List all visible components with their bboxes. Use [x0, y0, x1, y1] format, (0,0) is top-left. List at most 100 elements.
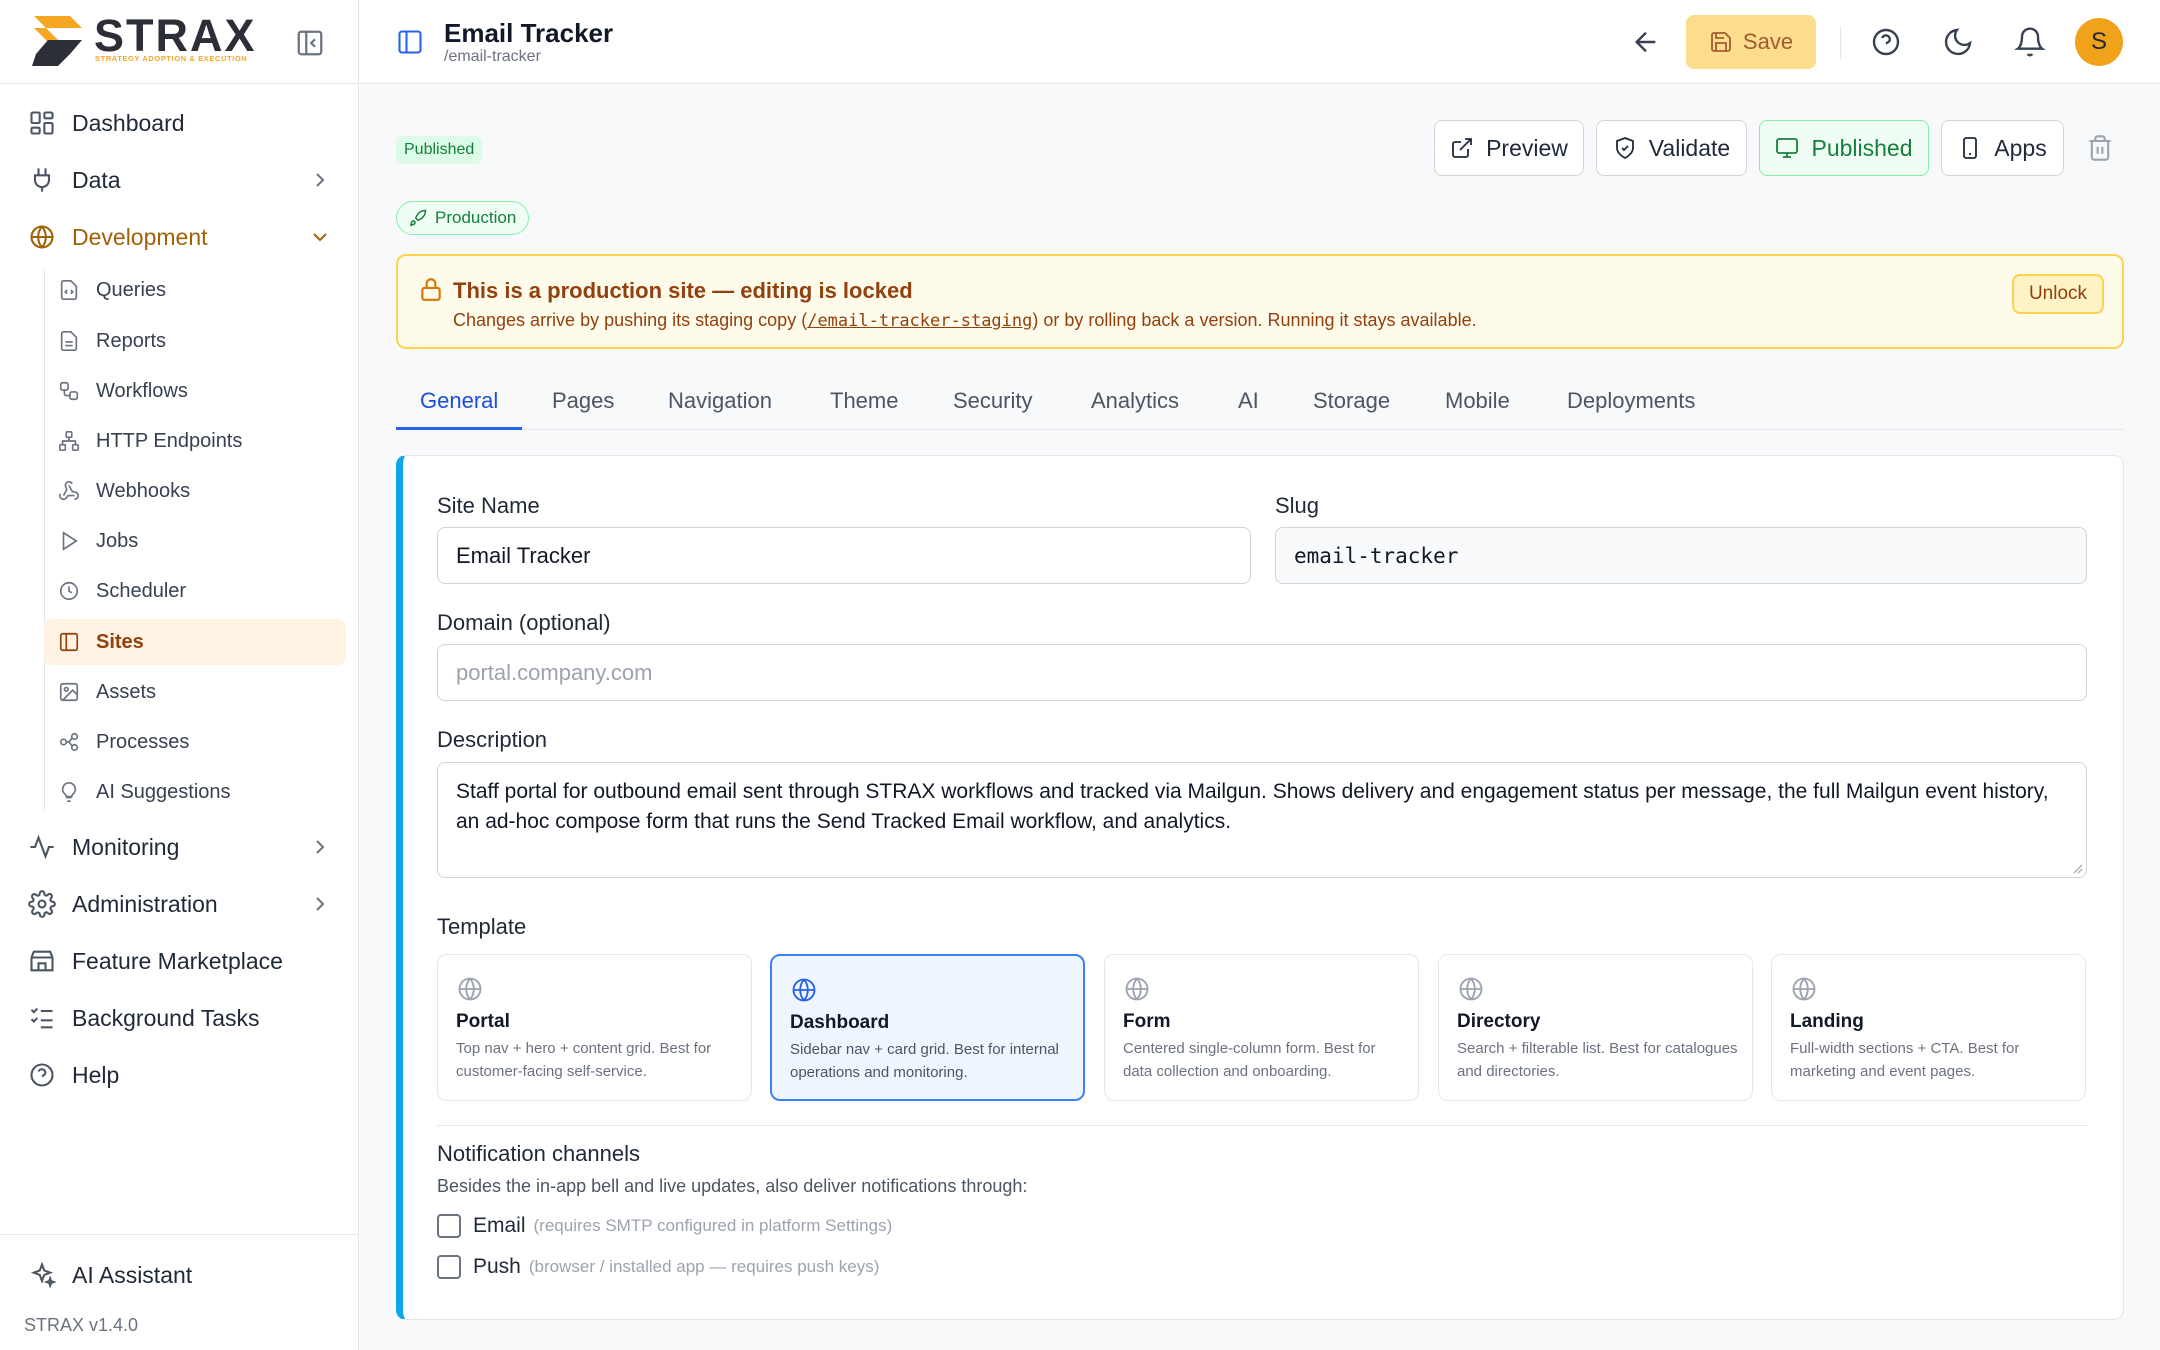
production-lock-alert: This is a production site — editing is l…	[396, 254, 2124, 349]
channel-hint: (requires SMTP configured in platform Se…	[533, 1216, 893, 1235]
preview-button[interactable]: Preview	[1434, 120, 1584, 176]
panel-icon[interactable]	[396, 28, 424, 56]
tab-ai[interactable]: AI	[1238, 388, 1259, 430]
domain-label: Domain (optional)	[437, 610, 611, 635]
file-code-icon	[60, 280, 78, 300]
nav-label: Development	[72, 223, 208, 250]
slug-label: Slug	[1275, 493, 1320, 518]
channel-label: Push	[473, 1255, 521, 1278]
template-card-directory[interactable]: Directory Search + filterable list. Best…	[1438, 954, 1753, 1101]
tab-security[interactable]: Security	[953, 388, 1032, 430]
nav-feature-marketplace[interactable]: Feature Marketplace	[28, 941, 283, 981]
chevron-right-icon	[316, 840, 325, 854]
lightbulb-icon	[61, 782, 77, 802]
nav-monitoring[interactable]: Monitoring	[28, 827, 325, 867]
nav-development[interactable]: Development	[28, 217, 327, 257]
sidebar-item-label: Jobs	[96, 529, 139, 552]
site-name-input[interactable]: Email Tracker	[437, 527, 1251, 584]
nav-dashboard[interactable]: Dashboard	[28, 103, 185, 143]
template-name: Landing	[1790, 1011, 1864, 1032]
tab-theme[interactable]: Theme	[830, 388, 898, 430]
activity-icon	[30, 834, 54, 860]
site-name-label: Site Name	[437, 493, 540, 518]
unlock-button[interactable]: Unlock	[2012, 274, 2104, 314]
domain-input[interactable]: portal.company.com	[437, 644, 2087, 701]
tab-general[interactable]: General	[396, 388, 523, 430]
shield-check-icon	[1615, 137, 1634, 160]
sidebar-item-reports[interactable]: Reports	[44, 318, 346, 364]
template-name: Dashboard	[790, 1012, 890, 1033]
template-name: Directory	[1457, 1011, 1541, 1032]
play-icon	[62, 531, 78, 551]
slug-input[interactable]: email-tracker	[1275, 527, 2087, 584]
save-button[interactable]: Save	[1686, 15, 1816, 69]
description-textarea[interactable]: Staff portal for outbound email sent thr…	[437, 762, 2087, 878]
arrow-left-icon[interactable]	[1630, 26, 1662, 58]
sidebar-item-queries[interactable]: Queries	[44, 267, 346, 313]
staging-link[interactable]: /email-tracker-staging	[807, 311, 1032, 331]
notification-channels-subtitle: Besides the in-app bell and live updates…	[437, 1176, 1028, 1196]
template-card-portal[interactable]: Portal Top nav + hero + content grid. Be…	[437, 954, 752, 1101]
collapse-sidebar-icon[interactable]	[295, 28, 325, 58]
nav-label: Background Tasks	[72, 1004, 260, 1031]
gear-icon	[28, 890, 56, 918]
moon-icon[interactable]	[1942, 26, 1974, 58]
nav-data[interactable]: Data	[28, 160, 325, 200]
tab-analytics[interactable]: Analytics	[1091, 388, 1179, 430]
page-title: Email Tracker	[444, 18, 614, 48]
apps-button[interactable]: Apps	[1941, 120, 2064, 176]
tab-deployments[interactable]: Deployments	[1567, 388, 1695, 430]
help-circle-icon	[30, 1063, 54, 1087]
globe-icon	[458, 977, 482, 1001]
strax-logo-icon	[32, 16, 82, 66]
template-label: Template	[437, 914, 527, 939]
sidebar-item-sites[interactable]: Sites	[44, 619, 346, 665]
nav-background-tasks[interactable]: Background Tasks	[28, 998, 260, 1038]
sidebar-item-processes[interactable]: Processes	[44, 719, 346, 765]
push-channel-checkbox[interactable]	[437, 1255, 461, 1279]
tab-navigation[interactable]: Navigation	[668, 388, 772, 430]
sidebar-item-webhooks[interactable]: Webhooks	[44, 468, 346, 514]
nav-help[interactable]: Help	[28, 1055, 119, 1095]
section-divider	[437, 1125, 2087, 1126]
sidebar-item-workflows[interactable]: Workflows	[44, 368, 346, 414]
sidebar-item-label: HTTP Endpoints	[96, 429, 243, 452]
nav-label: Help	[72, 1061, 120, 1088]
help-circle-icon[interactable]	[1870, 26, 1902, 58]
resize-handle-icon[interactable]	[2071, 862, 2083, 874]
template-card-form[interactable]: Form Centered single-column form. Best f…	[1104, 954, 1419, 1101]
tab-pages[interactable]: Pages	[552, 388, 614, 430]
workflow-icon	[59, 381, 79, 401]
status-badge: Published	[396, 136, 483, 164]
email-channel-checkbox[interactable]	[437, 1214, 461, 1238]
bell-icon[interactable]	[2014, 26, 2046, 58]
nav-administration[interactable]: Administration	[28, 884, 325, 924]
sidebar-item-jobs[interactable]: Jobs	[44, 518, 346, 564]
globe-icon	[30, 225, 54, 249]
template-desc: Search + filterable list. Best for catal…	[1457, 1040, 1738, 1080]
nav-label: Data	[72, 166, 121, 193]
sparkles-icon	[30, 1261, 56, 1289]
channel-label: Email	[473, 1214, 526, 1237]
globe-icon	[1792, 977, 1816, 1001]
template-card-landing[interactable]: Landing Full-width sections + CTA. Best …	[1771, 954, 2086, 1101]
validate-button[interactable]: Validate	[1596, 120, 1747, 176]
sidebar-item-scheduler[interactable]: Scheduler	[44, 568, 346, 614]
published-label: Published	[1811, 134, 1913, 161]
trash-icon[interactable]	[2086, 134, 2114, 162]
sidebar-item-assets[interactable]: Assets	[44, 669, 346, 715]
template-card-dashboard[interactable]: Dashboard Sidebar nav + card grid. Best …	[770, 954, 1085, 1101]
alert-text: Changes arrive by pushing its staging co…	[453, 310, 1477, 331]
apps-label: Apps	[1994, 134, 2047, 161]
tab-storage[interactable]: Storage	[1313, 388, 1390, 430]
template-desc: Centered single-column form. Best for da…	[1123, 1040, 1376, 1080]
published-button[interactable]: Published	[1759, 120, 1929, 176]
tab-mobile[interactable]: Mobile	[1445, 388, 1510, 430]
ai-assistant-button[interactable]: AI Assistant	[28, 1255, 192, 1295]
page-path: /email-tracker	[444, 48, 541, 65]
plug-icon	[33, 168, 51, 192]
sidebar-item-ai-suggestions[interactable]: AI Suggestions	[44, 769, 346, 815]
clock-icon	[59, 581, 79, 601]
avatar[interactable]: S	[2075, 18, 2123, 66]
sidebar-item-http-endpoints[interactable]: HTTP Endpoints	[44, 418, 346, 464]
